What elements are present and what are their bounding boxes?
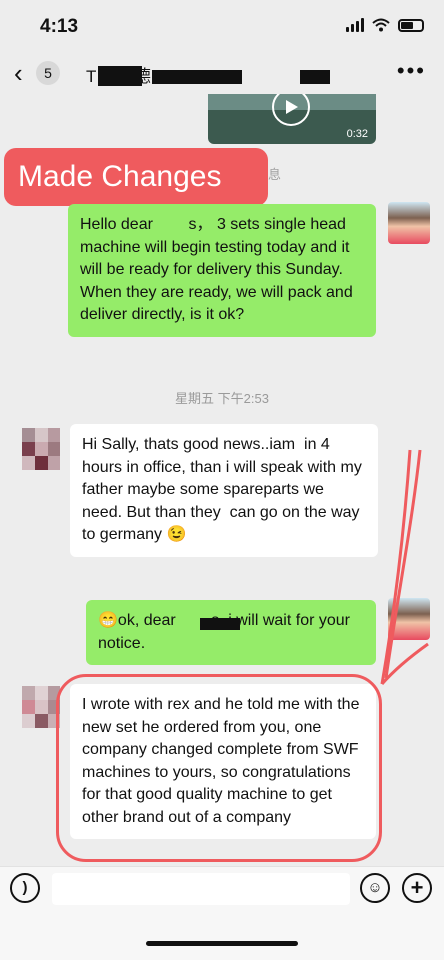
redaction-bar	[300, 70, 330, 84]
redaction-bar	[152, 70, 242, 84]
message-text: Hi Sally, thats good news..iam in 4 hour…	[82, 436, 367, 543]
annotation-circle	[56, 674, 382, 862]
video-duration: 0:32	[346, 128, 368, 140]
wifi-icon	[372, 18, 390, 32]
message-text: Hello dear s， 3 sets single head machine…	[80, 216, 353, 323]
status-time: 4:13	[40, 16, 79, 37]
avatar[interactable]	[388, 202, 430, 244]
status-icons	[346, 18, 424, 32]
input-bar: ) ☺ +	[0, 866, 444, 910]
battery-icon	[398, 18, 424, 32]
message-bubble[interactable]: Hello dear s， 3 sets single head machine…	[68, 204, 376, 337]
redaction-bar	[98, 66, 142, 86]
signal-icon	[346, 18, 364, 32]
unread-badge[interactable]: 5	[36, 61, 60, 85]
avatar[interactable]	[22, 428, 60, 470]
chevron-left-icon[interactable]: ‹	[14, 60, 23, 86]
redaction-bar	[200, 618, 240, 630]
avatar[interactable]	[388, 598, 430, 640]
message-bubble[interactable]: 😁ok, dear s, i will wait for your notice…	[86, 600, 376, 665]
message-input[interactable]	[52, 873, 350, 905]
home-area	[0, 910, 444, 960]
system-note: 息	[268, 167, 282, 182]
chat-header: ‹ 5 T ann 德 •••	[0, 54, 444, 94]
home-indicator[interactable]	[146, 941, 298, 946]
annotation-banner: Made Changes	[4, 148, 268, 206]
message-text: 😁ok, dear s, i will wait for your notice…	[98, 612, 350, 652]
more-icon[interactable]: •••	[397, 58, 426, 84]
message-bubble[interactable]: Hi Sally, thats good news..iam in 4 hour…	[70, 424, 378, 557]
plus-icon[interactable]: +	[402, 873, 432, 903]
timestamp: 星期五 下午2:53	[175, 391, 269, 406]
message-list[interactable]: 0:32 息 Made Changes Hello dear s， 3 sets…	[0, 94, 444, 866]
avatar[interactable]	[22, 686, 60, 728]
emoji-icon[interactable]: ☺	[360, 873, 390, 903]
video-message[interactable]: 0:32	[208, 94, 376, 144]
voice-icon[interactable]: )	[10, 873, 40, 903]
status-bar: 4:13	[0, 0, 444, 54]
